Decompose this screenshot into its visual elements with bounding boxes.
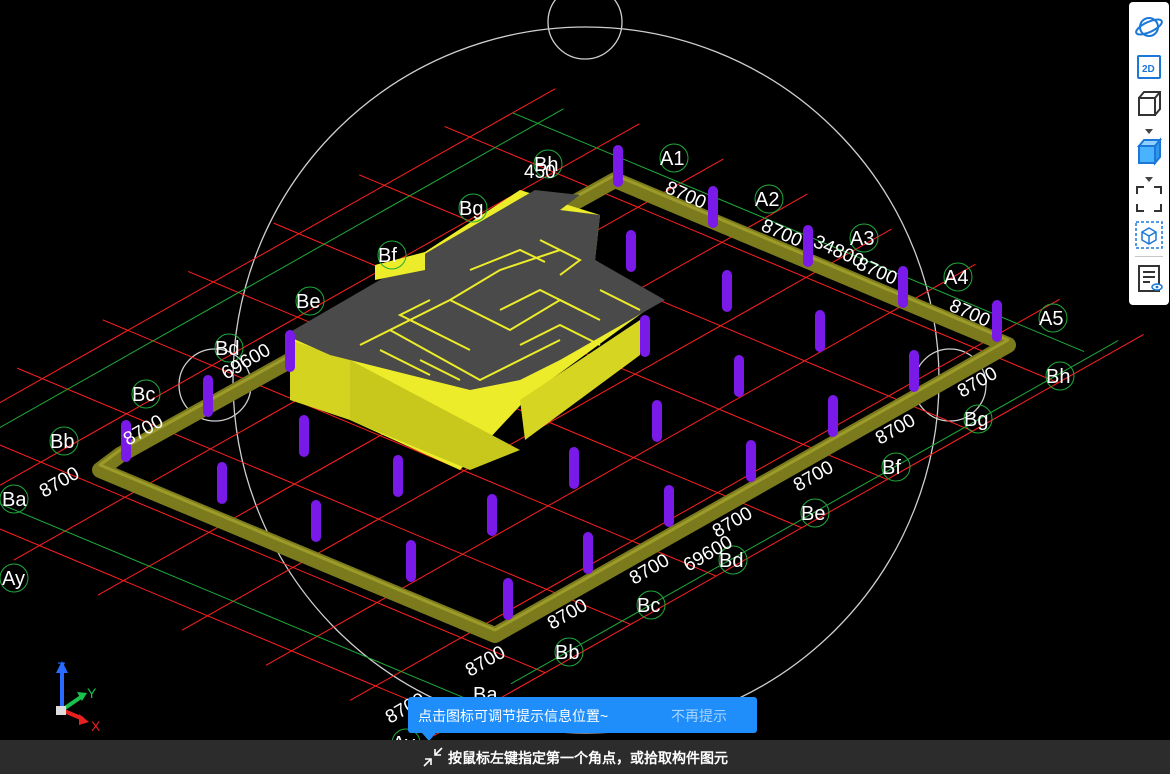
axis-ba-left: Ba (0, 484, 29, 514)
axis-bb-left: Bb (49, 426, 79, 456)
column[interactable] (217, 462, 227, 504)
axis-bc-left: Bc (131, 379, 161, 409)
column[interactable] (393, 455, 403, 497)
axis-bf-left: Bf (377, 240, 407, 270)
wireframe-dropdown-icon[interactable] (1143, 122, 1155, 134)
status-bar: 按鼠标左键指定第一个角点，或拾取构件图元 (0, 740, 1170, 774)
column[interactable] (487, 494, 497, 536)
svg-text:Bg: Bg (459, 198, 483, 220)
svg-text:A2: A2 (755, 189, 779, 211)
column[interactable] (613, 145, 623, 187)
column[interactable] (203, 375, 213, 417)
svg-text:Be: Be (801, 503, 825, 525)
svg-text:A5: A5 (1039, 308, 1063, 330)
axis-ay-left: Ay (0, 563, 29, 593)
axis-bh-right: Bh (1045, 361, 1075, 391)
column[interactable] (299, 415, 309, 457)
svg-text:Bf: Bf (882, 457, 901, 479)
3d-viewport[interactable]: A1 A2 A3 A4 A5 Bh Bg Bf Be Bd Bc Bb Ba A… (0, 0, 1170, 774)
status-text: 按鼠标左键指定第一个角点，或拾取构件图元 (448, 750, 728, 766)
column[interactable] (734, 355, 744, 397)
solid-dropdown-icon[interactable] (1143, 170, 1155, 182)
2d-view-icon[interactable]: 2D (1133, 52, 1165, 82)
axis-bg-right: Bg (963, 404, 993, 434)
column[interactable] (640, 315, 650, 357)
column[interactable] (406, 540, 416, 582)
column[interactable] (815, 310, 825, 352)
column[interactable] (626, 230, 636, 272)
triad-x-label: X (91, 718, 101, 734)
svg-text:Bb: Bb (555, 642, 579, 664)
column[interactable] (722, 270, 732, 312)
column[interactable] (569, 447, 579, 489)
column[interactable] (583, 532, 593, 574)
svg-text:8700: 8700 (36, 463, 83, 502)
triad-y-label: Y (87, 685, 97, 701)
view-cube-icon[interactable] (1133, 220, 1165, 250)
column[interactable] (746, 440, 756, 482)
svg-text:Be: Be (296, 291, 320, 313)
axis-bc-right: Bc (636, 590, 666, 620)
axis-a2: A2 (754, 184, 784, 214)
column[interactable] (898, 266, 908, 308)
svg-text:Bc: Bc (637, 595, 660, 617)
triad-z-label: Z (57, 659, 66, 675)
axis-a4: A4 (943, 262, 973, 292)
svg-text:Bh: Bh (1046, 366, 1070, 388)
axis-bb-right: Bb (554, 637, 584, 667)
column[interactable] (652, 400, 662, 442)
svg-text:Bb: Bb (50, 431, 74, 453)
axis-a5: A5 (1038, 303, 1068, 333)
solid-cube-icon[interactable] (1133, 136, 1165, 166)
axis-be-left: Be (295, 286, 325, 316)
axis-a1: A1 (659, 143, 689, 173)
column[interactable] (664, 485, 674, 527)
column[interactable] (992, 300, 1002, 342)
tooltip-text: 点击图标可调节提示信息位置~ (418, 708, 609, 724)
building-model[interactable] (285, 190, 665, 470)
column[interactable] (311, 500, 321, 542)
view-toolbar: 2D (1129, 2, 1169, 305)
shrink-arrows-icon[interactable] (423, 747, 443, 767)
column[interactable] (828, 395, 838, 437)
2d-view-label: 2D (1142, 64, 1155, 75)
tooltip-dismiss-link[interactable]: 不再提示 (671, 706, 727, 726)
axis-bf-right: Bf (881, 452, 911, 482)
orbit-icon[interactable] (1133, 12, 1165, 42)
axis-bg-left: Bg (458, 193, 488, 223)
svg-text:Ba: Ba (2, 489, 27, 511)
svg-text:Ay: Ay (2, 568, 25, 590)
svg-text:Bf: Bf (378, 245, 397, 267)
svg-text:A1: A1 (660, 148, 684, 170)
fullscreen-icon[interactable] (1133, 184, 1165, 214)
column[interactable] (909, 350, 919, 392)
svg-text:Bc: Bc (132, 384, 155, 406)
svg-text:450: 450 (524, 162, 556, 183)
svg-text:Bg: Bg (964, 409, 988, 431)
wireframe-cube-icon[interactable] (1133, 88, 1165, 118)
hint-tooltip[interactable]: 点击图标可调节提示信息位置~ 不再提示 (408, 697, 757, 741)
axis-triad: Z Y X (45, 655, 115, 735)
properties-view-icon[interactable] (1133, 264, 1165, 294)
column[interactable] (708, 186, 718, 228)
toolbar-divider (1135, 256, 1163, 257)
svg-text:A4: A4 (944, 267, 968, 289)
column[interactable] (285, 330, 295, 372)
axis-be-right: Be (800, 498, 830, 528)
column[interactable] (503, 578, 513, 620)
